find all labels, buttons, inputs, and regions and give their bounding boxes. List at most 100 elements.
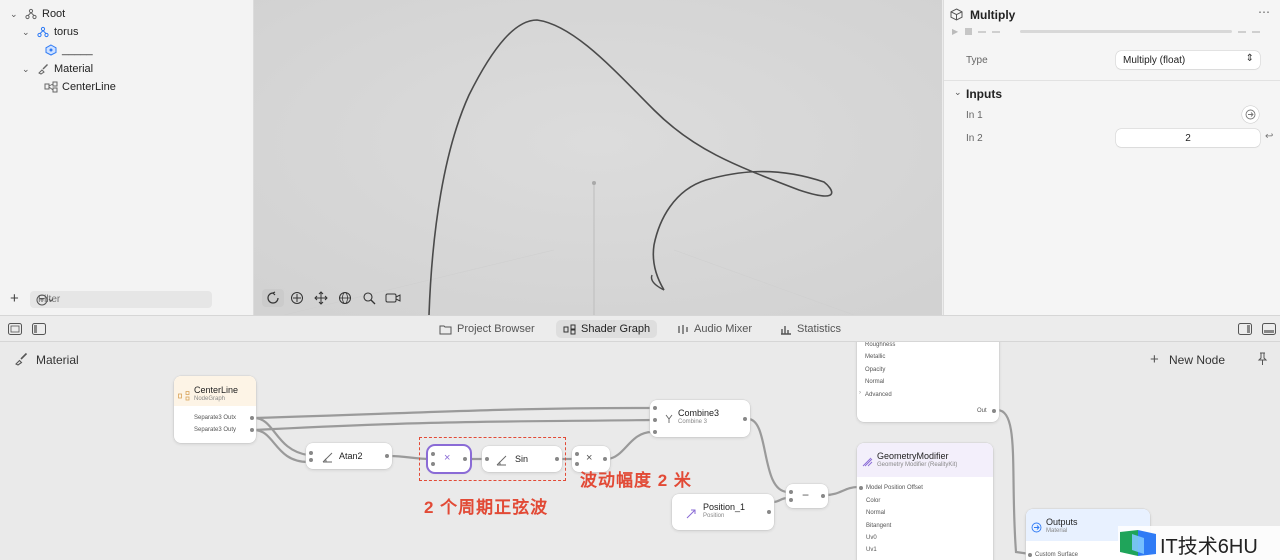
more-options-icon[interactable]: ⋯ [1258,5,1270,19]
globe-icon [339,292,351,304]
chevron-down-icon[interactable]: ⌄ [22,27,32,38]
connect-input-button[interactable] [1242,106,1259,123]
plus-icon[interactable]: + [1150,351,1159,368]
output-port[interactable] [250,416,254,420]
reset-icon[interactable]: ↩ [1265,131,1273,142]
output-port[interactable] [603,457,607,461]
tab-shader-graph[interactable]: Shader Graph [556,320,658,338]
input-port[interactable] [789,498,793,502]
paintbrush-icon [36,63,50,75]
input-port-label: Model Position Offset [866,485,923,491]
viewport-toolbar [262,289,404,307]
play-icon[interactable]: ▶ [952,27,958,36]
node-title: Atan2 [339,451,363,461]
chevron-down-icon[interactable]: ⌄ [954,87,962,98]
node-title: Combine3 [678,408,720,418]
output-port[interactable] [821,494,825,498]
right-panel-toggle-icon[interactable] [1238,322,1252,340]
move-tool-button[interactable] [310,289,332,307]
tree-item-centerline[interactable]: CenterLine [44,78,116,96]
playback-marker [978,31,986,33]
geometry-icon [862,454,873,472]
input-port[interactable] [859,486,863,490]
node-subtract[interactable]: − [786,484,828,508]
shader-graph-canvas[interactable]: Material + New Node CenterLine NodeGraph… [0,342,1280,560]
new-node-button[interactable]: New Node [1169,353,1225,367]
input-port[interactable] [789,490,793,494]
node-surface[interactable]: Roughness Metallic Opacity Normal › Adva… [857,342,999,422]
pan-tool-button[interactable] [286,289,308,307]
filter-bar: + [6,289,246,309]
advanced-section-label: Advanced [865,392,892,398]
input-port[interactable] [653,430,657,434]
playback-marker [1252,31,1260,33]
output-port[interactable] [743,417,747,421]
input-port[interactable] [309,451,313,455]
stop-icon[interactable] [965,28,972,35]
tab-project-browser[interactable]: Project Browser [432,320,542,338]
tree-item-label: CenterLine [62,81,116,93]
type-select[interactable]: Multiply (float) ⇕ [1116,51,1260,69]
tab-statistics[interactable]: Statistics [773,320,848,338]
input-port-label: Metallic [865,354,886,360]
input-port[interactable] [1028,553,1032,557]
sidebar-toggle-icon[interactable] [8,322,22,340]
audio-levels-icon [678,324,688,334]
3d-viewport[interactable] [254,0,942,315]
node-position[interactable]: Position_1 Position [672,494,774,530]
input-port[interactable] [653,418,657,422]
node-geometry-modifier[interactable]: GeometryModifier Geometry Modifier (Real… [857,443,993,560]
tab-audio-mixer[interactable]: Audio Mixer [670,320,759,338]
node-subtitle: Combine 3 [678,419,708,425]
zoom-icon [363,292,376,305]
filter-menu-icon[interactable] [36,293,54,311]
chevron-right-icon[interactable]: › [859,390,861,396]
node-subtitle: Geometry Modifier (RealityKit) [877,462,958,468]
output-target-icon [1031,520,1042,538]
pan-icon [291,292,303,304]
input-port[interactable] [575,452,579,456]
watermark-text: IT技术6HU [1160,536,1258,558]
tree-item-torus[interactable]: ⌄ torus [22,23,78,41]
node-combine3[interactable]: Combine3 Combine 3 [650,400,750,437]
bottom-panel-toggle-icon[interactable] [1262,322,1276,340]
input-port[interactable] [309,458,313,462]
type-label: Type [966,55,988,66]
tree-item-mesh[interactable]: _____ [44,41,93,59]
playback-slider[interactable] [1020,30,1232,33]
output-port[interactable] [992,409,996,413]
input-port-label: Uv0 [866,535,877,541]
tree-item-material[interactable]: ⌄ Material [22,60,93,78]
watermark: IT技术6HU [1118,526,1280,560]
node-centerline[interactable]: CenterLine NodeGraph Separate3 Outx Sepa… [174,376,256,443]
nodegraph-icon [563,324,576,334]
input-port-label: Bitangent [866,523,892,529]
input-port-label: Uv1 [866,547,877,553]
globe-tool-button[interactable] [334,289,356,307]
left-panel-toggle-icon[interactable] [32,322,46,340]
add-icon[interactable]: + [10,290,19,307]
playback-marker [992,31,1000,33]
zoom-tool-button[interactable] [358,289,380,307]
annotation-periods: 2 个周期正弦波 [424,498,549,517]
output-port[interactable] [767,510,771,514]
pin-icon[interactable] [1257,352,1268,371]
output-port[interactable] [250,428,254,432]
camera-tool-button[interactable] [382,289,404,307]
in2-value: 2 [1185,132,1191,144]
input-port[interactable] [575,462,579,466]
tree-item-root[interactable]: ⌄ Root [10,5,65,23]
output-port[interactable] [385,454,389,458]
divider [944,80,1280,81]
multiply-symbol: × [586,452,593,464]
node-atan2[interactable]: Atan2 [306,443,392,469]
orbit-tool-button[interactable] [262,289,284,307]
chevron-down-icon[interactable]: ⌄ [22,64,32,75]
inputs-section-title: Inputs [966,87,1002,101]
in2-input[interactable]: 2 [1116,129,1260,147]
chevron-down-icon[interactable]: ⌄ [10,9,20,20]
filter-input[interactable] [30,290,212,308]
tree-item-label: torus [54,26,79,38]
scene-hierarchy: ⌄ Root ⌄ torus _____ ⌄ Material CenterLi… [0,0,254,315]
input-port[interactable] [653,406,657,410]
